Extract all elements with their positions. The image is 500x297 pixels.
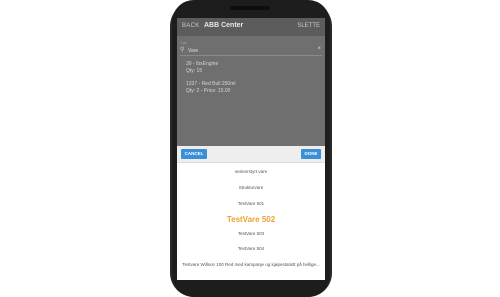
app-screen: BACK ABB Center SLETTE Søk ⚲ Vare × 30 -…	[177, 18, 325, 280]
done-button[interactable]: DONE	[301, 149, 321, 159]
picker-option[interactable]: TestVare 501	[177, 201, 325, 206]
picker-option[interactable]: serienrstyrt vare	[177, 169, 325, 174]
close-icon[interactable]: ×	[317, 46, 321, 52]
delete-button[interactable]: SLETTE	[297, 23, 320, 29]
picker-option[interactable]: TestVare 503	[177, 231, 325, 236]
list-item-subtitle: Qty: 15	[186, 68, 203, 74]
picker-option[interactable]: TestVare 504	[177, 246, 325, 251]
search-icon: ⚲	[180, 47, 185, 53]
search-label: Søk	[180, 40, 188, 45]
list-item-subtitle: Qty: 2 - Price: 15.00	[186, 88, 231, 94]
search-value[interactable]: Vare	[188, 48, 198, 54]
list-item-title: 1337 - Red Bull 250ml	[186, 81, 236, 87]
list-item-title: 30 - IbxEngine	[186, 61, 219, 67]
picker-option[interactable]: Strukturvare	[177, 185, 325, 190]
list-item[interactable]: 1337 - Red Bull 250ml Qty: 2 - Price: 15…	[186, 81, 235, 95]
device-speaker	[230, 6, 270, 10]
app-toolbar: BACK ABB Center SLETTE	[177, 18, 325, 36]
picker-option[interactable]: Testvare Willson 100 Red med kampanje og…	[177, 262, 325, 267]
device-nav-bar	[177, 280, 325, 290]
page-title: ABB Center	[204, 22, 244, 29]
item-picker: CANCEL DONE serienrstyrt vare Strukturva…	[177, 146, 325, 280]
picker-option-selected[interactable]: TestVare 502	[177, 215, 325, 224]
cancel-button[interactable]: CANCEL	[181, 149, 207, 159]
list-item[interactable]: 30 - IbxEngine Qty: 15	[186, 61, 218, 75]
back-button[interactable]: BACK	[182, 23, 200, 29]
picker-toolbar: CANCEL DONE	[177, 146, 325, 163]
search-input[interactable]: ⚲ Vare ×	[180, 46, 322, 56]
